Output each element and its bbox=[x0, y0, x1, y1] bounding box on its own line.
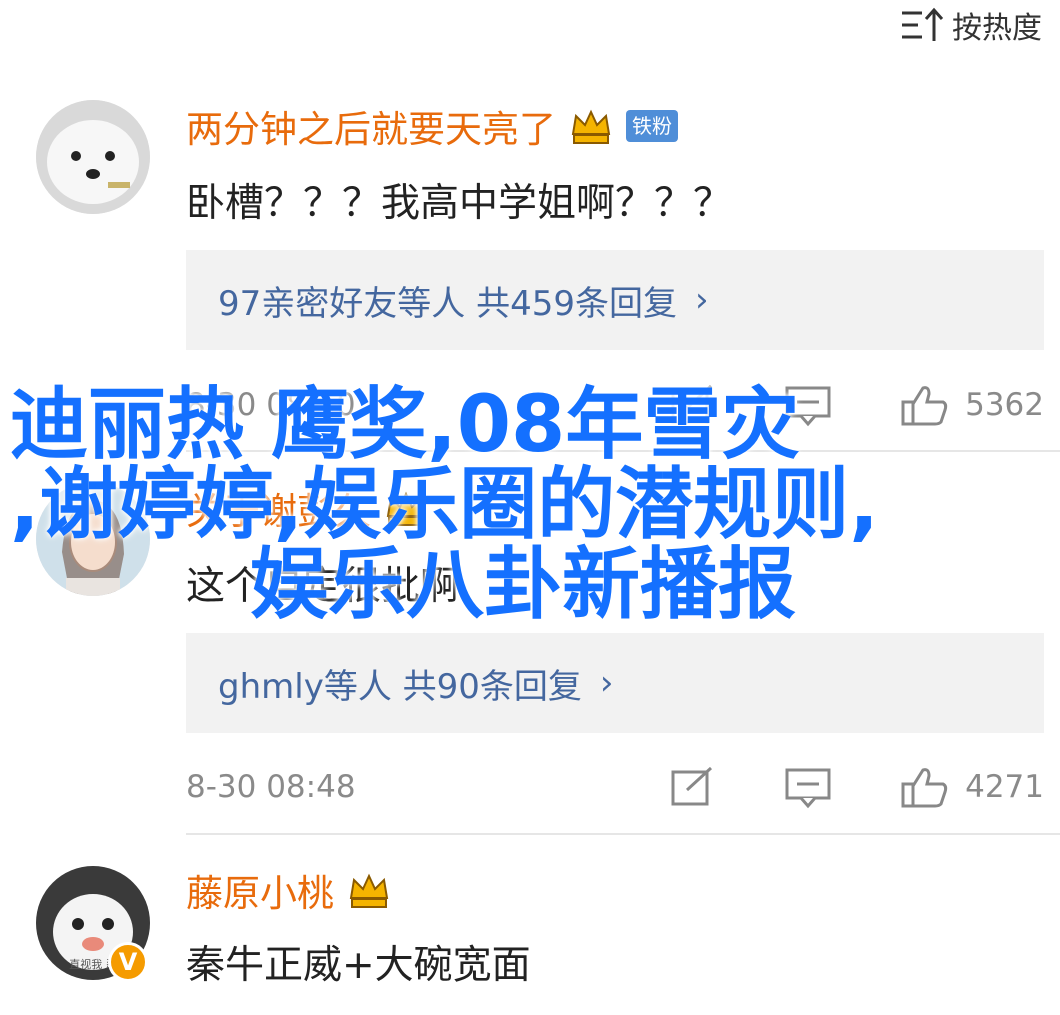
verified-badge-icon: V bbox=[108, 942, 148, 982]
sort-icon bbox=[902, 7, 944, 41]
like-count: 5362 bbox=[965, 387, 1044, 423]
overlay-line: 娱乐八卦新播报 bbox=[250, 540, 797, 630]
crown-icon bbox=[571, 109, 611, 144]
share-icon[interactable] bbox=[667, 382, 717, 428]
fan-badge: 铁粉 bbox=[626, 110, 678, 142]
thumbs-up-icon bbox=[901, 386, 948, 426]
like-button[interactable]: 4271 bbox=[899, 764, 1044, 810]
timestamp: 8-30 08:48 bbox=[186, 769, 356, 805]
chevron-right-icon: › bbox=[694, 280, 709, 320]
divider bbox=[186, 833, 1060, 835]
thumbs-up-icon bbox=[901, 768, 948, 808]
comment-icon[interactable] bbox=[783, 382, 833, 428]
reply-summary-link[interactable]: ghmly等人 共90条回复 › bbox=[186, 633, 1044, 733]
avatar[interactable] bbox=[36, 100, 150, 214]
comment-text: 这个自定很批啊 bbox=[186, 564, 460, 609]
timestamp: 8-30 08:50 bbox=[186, 387, 356, 423]
sort-button[interactable]: 按热度 bbox=[900, 0, 1042, 50]
username[interactable]: 关于谢彭久 bbox=[186, 482, 429, 534]
comment-icon[interactable] bbox=[783, 764, 833, 810]
like-count: 4271 bbox=[965, 769, 1044, 805]
reply-summary-link[interactable]: 97亲密好友等人 共459条回复 › bbox=[186, 250, 1044, 350]
crown-icon bbox=[349, 873, 389, 908]
divider bbox=[186, 450, 1060, 452]
username[interactable]: 藤原小桃 bbox=[186, 864, 392, 916]
overlay-line: ,谢婷婷,娱乐圈的潜规则, bbox=[10, 460, 879, 550]
avatar[interactable] bbox=[36, 482, 150, 596]
sort-label: 按热度 bbox=[952, 11, 1042, 46]
comment-meta: 8-30 08:50 5362 bbox=[186, 380, 1044, 430]
comment-text: 卧槽？？？我高中学姐啊？？？ bbox=[186, 181, 733, 226]
crown-icon bbox=[386, 491, 426, 526]
comment-text: 秦牛正威+大碗宽面 bbox=[186, 943, 531, 988]
share-icon[interactable] bbox=[667, 764, 717, 810]
comment-meta: 8-30 08:48 4271 bbox=[186, 762, 1044, 812]
username[interactable]: 两分钟之后就要天亮了 铁粉 bbox=[186, 100, 678, 152]
like-button[interactable]: 5362 bbox=[899, 382, 1044, 428]
chevron-right-icon: › bbox=[599, 663, 614, 703]
